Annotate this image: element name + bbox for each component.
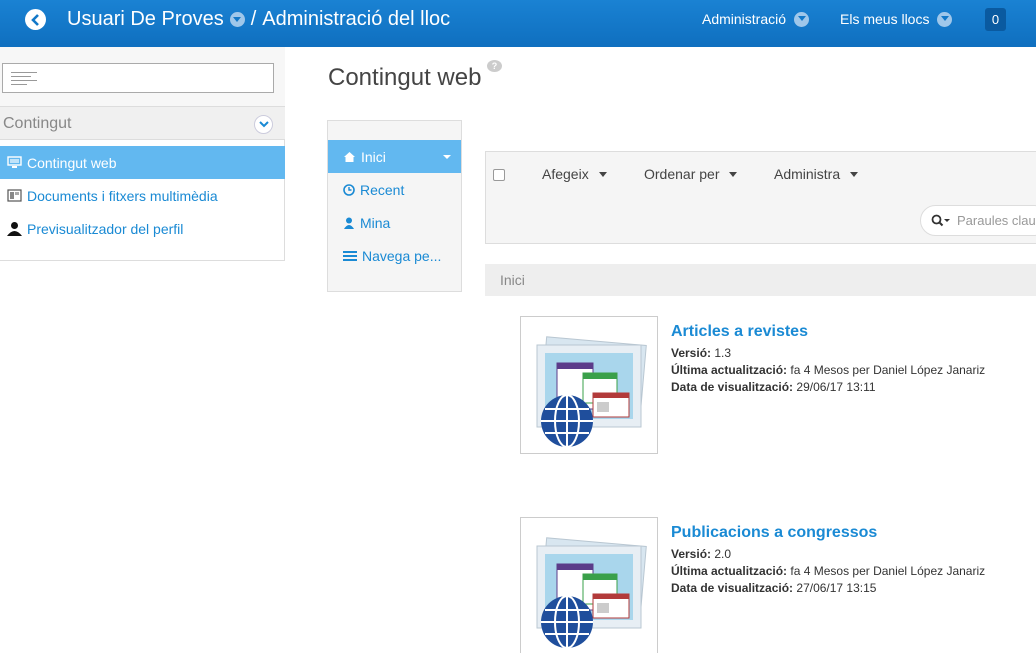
sidebar-item-label: Previsualitzador del perfil [27, 220, 184, 237]
top-bar: Usuari De Proves / Administració del llo… [0, 0, 1036, 47]
entry-version: Versió: 2.0 [671, 547, 731, 561]
chevron-left-icon [30, 13, 39, 26]
admin-menu[interactable]: Administració [702, 11, 810, 27]
my-sites-menu-label: Els meus llocs [840, 11, 930, 27]
nav-item-label: Recent [360, 181, 405, 198]
display-date-label: Data de visualització: [671, 581, 794, 595]
management-toolbar: Afegeix Ordenar per Administra Paraules … [485, 151, 1036, 244]
updated-value: fa 4 Mesos per Daniel López Janariz [790, 363, 986, 377]
monitor-icon [7, 156, 22, 168]
sidebar-item-web-content[interactable]: Contingut web [0, 146, 285, 179]
entry-title-link[interactable]: Publicacions a congressos [671, 524, 877, 542]
version-value: 1.3 [714, 346, 732, 360]
entry-display-date: Data de visualització: 29/06/17 13:11 [671, 380, 876, 394]
title-separator: / [250, 8, 257, 30]
version-label: Versió: [671, 346, 712, 360]
sidebar-search-input[interactable] [2, 63, 274, 93]
order-by-menu[interactable]: Ordenar per [644, 166, 738, 182]
content-nav-panel: Inici Recent Mina Navega pe... [327, 120, 462, 292]
caret-down-icon [598, 171, 607, 177]
user-icon [7, 222, 22, 236]
nav-item-label: Navega pe... [362, 247, 442, 264]
my-sites-menu[interactable]: Els meus llocs [840, 11, 953, 27]
page-title: Contingut web [328, 64, 482, 91]
keyword-search-placeholder: Paraules clau [957, 213, 1036, 228]
updated-value: fa 4 Mesos per Daniel López Janariz [790, 564, 986, 578]
nav-item-mine[interactable]: Mina [328, 206, 461, 239]
documents-icon [7, 189, 22, 202]
nav-item-label: Mina [360, 214, 391, 231]
my-sites-menu-toggle[interactable] [937, 11, 953, 27]
entry-last-updated: Última actualització: fa 4 Mesos per Dan… [671, 363, 985, 377]
back-button[interactable] [25, 9, 46, 30]
chevron-down-icon [258, 121, 269, 128]
entry-thumbnail[interactable] [520, 517, 658, 653]
nav-item-label: Inici [361, 148, 386, 165]
entry-title-link[interactable]: Articles a revistes [671, 323, 808, 341]
version-value: 2.0 [714, 547, 732, 561]
add-menu[interactable]: Afegeix [542, 166, 607, 182]
entry-version: Versió: 1.3 [671, 346, 731, 360]
notification-badge[interactable]: 0 [985, 8, 1006, 31]
updated-label: Última actualització: [671, 363, 788, 377]
section-title: Administració del lloc [262, 8, 451, 30]
sidebar-item-label: Contingut web [27, 154, 117, 171]
nav-item-home[interactable]: Inici [328, 140, 461, 173]
add-menu-label: Afegeix [542, 166, 589, 182]
list-icon [343, 250, 357, 261]
sidebar-search-area [0, 47, 285, 106]
admin-menu-toggle[interactable] [794, 11, 810, 27]
manage-menu-label: Administra [774, 166, 841, 182]
site-title[interactable]: Usuari De Proves [67, 8, 224, 31]
chevron-down-icon [940, 16, 949, 21]
breadcrumb[interactable]: Inici [485, 264, 1036, 296]
content-section-header[interactable]: Contingut [0, 106, 285, 140]
menu-lines-icon [11, 72, 37, 88]
updated-label: Última actualització: [671, 564, 788, 578]
site-menu-toggle[interactable] [229, 12, 245, 27]
sidebar-item-profile-preview[interactable]: Previsualitzador del perfil [0, 212, 285, 245]
site-title-bar: Usuari De Proves / Administració del llo… [67, 8, 450, 31]
caret-down-icon [443, 155, 451, 159]
version-label: Versió: [671, 547, 712, 561]
display-date-value: 29/06/17 13:11 [796, 380, 876, 394]
help-icon[interactable]: ? [487, 60, 502, 72]
entry-display-date: Data de visualització: 27/06/17 13:15 [671, 581, 876, 595]
section-collapse-toggle[interactable] [254, 115, 273, 134]
display-date-value: 27/06/17 13:15 [796, 581, 877, 595]
sidebar-item-documents[interactable]: Documents i fitxers multimèdia [0, 179, 285, 212]
order-by-menu-label: Ordenar per [644, 166, 720, 182]
chevron-down-icon [233, 16, 242, 22]
clock-icon [343, 183, 355, 196]
manage-menu[interactable]: Administra [774, 166, 859, 182]
content-section-label: Contingut [3, 115, 72, 132]
user-icon [344, 217, 354, 229]
display-date-label: Data de visualització: [671, 380, 794, 394]
sidebar: Contingut Contingut web Documents i fitx… [0, 47, 285, 261]
chevron-down-icon [797, 16, 806, 21]
select-all-checkbox[interactable] [493, 169, 505, 181]
admin-menu-label: Administració [702, 11, 787, 27]
nav-item-browse-by[interactable]: Navega pe... [328, 239, 461, 272]
keyword-search-input[interactable]: Paraules clau [920, 205, 1036, 236]
nav-item-recent[interactable]: Recent [328, 173, 461, 206]
entry-last-updated: Última actualització: fa 4 Mesos per Dan… [671, 564, 985, 578]
home-icon [344, 151, 355, 162]
caret-down-icon [729, 171, 738, 177]
web-content-icon [536, 336, 647, 448]
sidebar-item-label: Documents i fitxers multimèdia [27, 187, 218, 204]
caret-down-icon [850, 171, 859, 177]
web-content-icon [536, 537, 647, 649]
entry-thumbnail[interactable] [520, 316, 658, 454]
search-icon [931, 214, 950, 227]
